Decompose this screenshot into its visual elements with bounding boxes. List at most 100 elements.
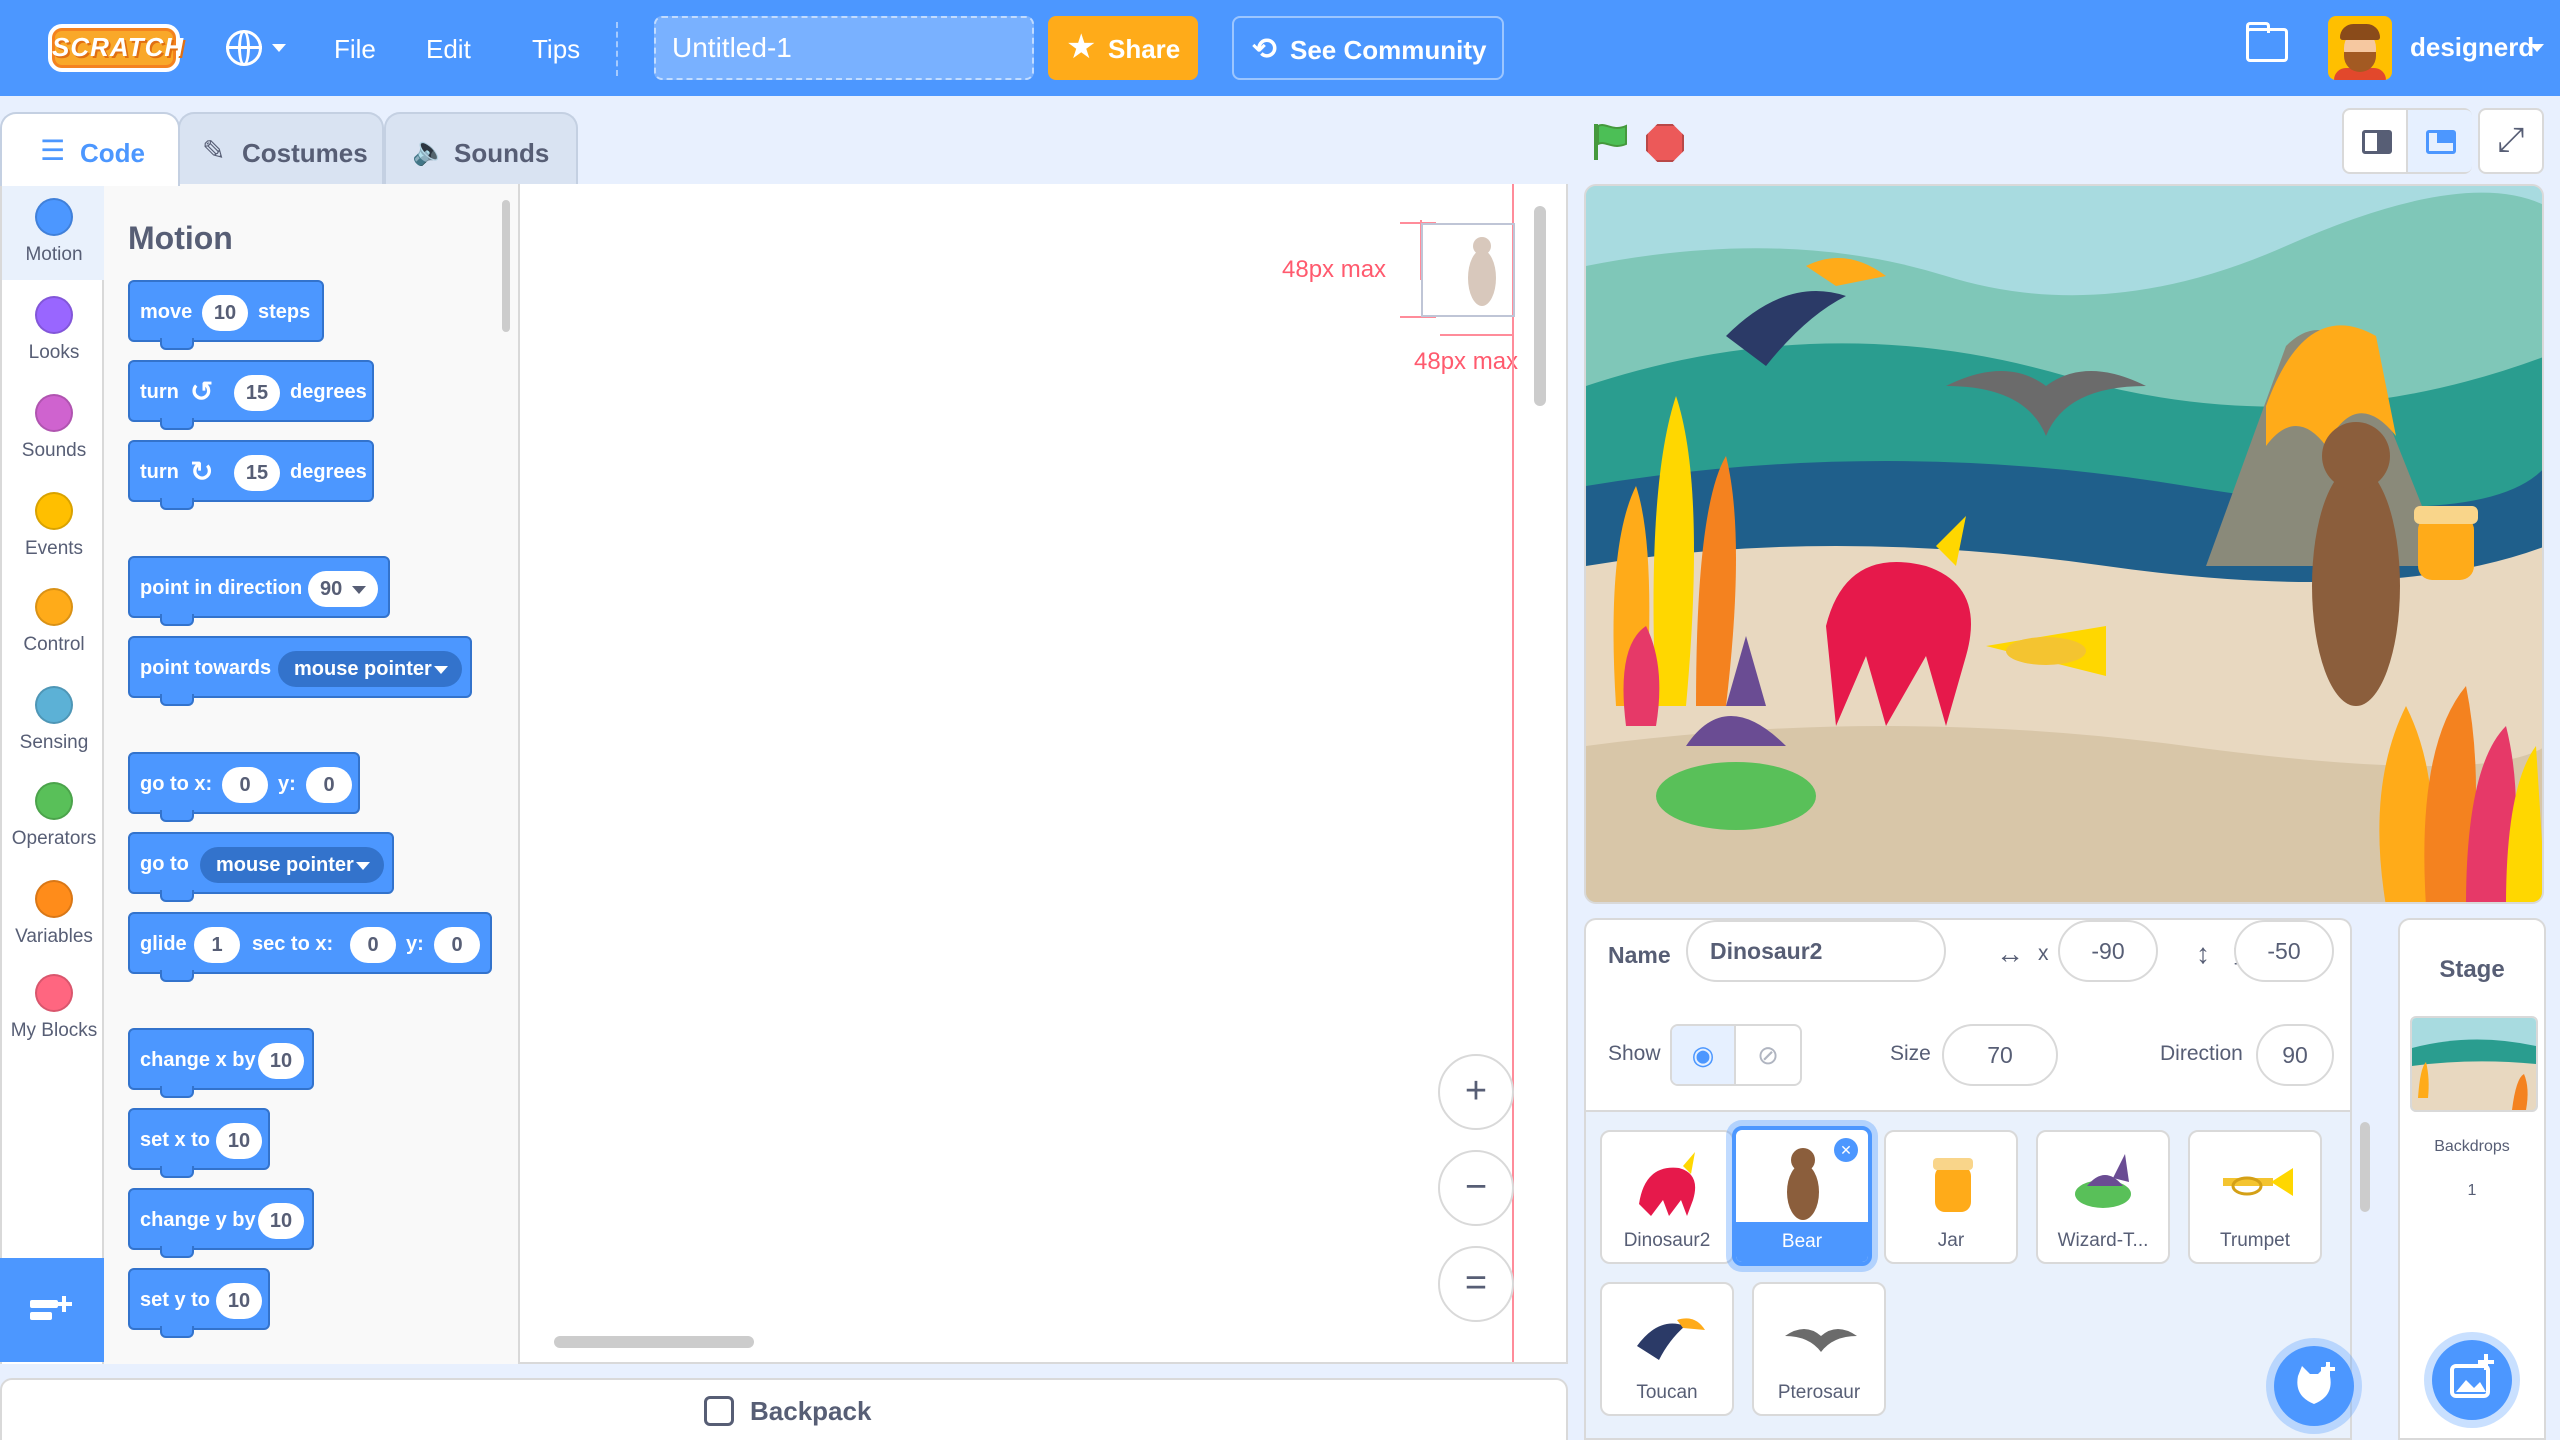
category-control[interactable]: Control: [2, 588, 106, 656]
go-to-x-input[interactable]: 0: [222, 767, 268, 803]
category-my-blocks[interactable]: My Blocks: [2, 974, 106, 1042]
zoom-out-button[interactable]: −: [1438, 1150, 1514, 1226]
edit-menu[interactable]: Edit: [426, 34, 471, 65]
category-events[interactable]: Events: [2, 492, 106, 560]
jar-sprite-icon: [1933, 1158, 1973, 1212]
visibility-toggle: ◉ ⊘: [1670, 1024, 1802, 1086]
small-stage-icon: [2362, 130, 2392, 154]
block-glide[interactable]: glide 1 sec to x: 0 y: 0: [128, 912, 492, 982]
hide-eye-icon[interactable]: ⊘: [1736, 1026, 1800, 1084]
change-y-input[interactable]: 10: [258, 1203, 304, 1239]
block-go-to-xy[interactable]: go to x: 0 y: 0: [128, 752, 360, 822]
point-towards-dropdown[interactable]: mouse pointer: [278, 651, 462, 687]
fullscreen-button[interactable]: ⤢: [2478, 108, 2544, 174]
sprite-name-input[interactable]: Dinosaur2: [1686, 920, 1946, 982]
block-set-y[interactable]: set y to 10: [128, 1268, 270, 1338]
sprite-y-input[interactable]: -50: [2234, 920, 2334, 982]
sprite-list-scrollbar[interactable]: [2360, 1122, 2370, 1212]
sprite-tile-bear[interactable]: ✕ Bear: [1732, 1126, 1872, 1266]
project-title-input[interactable]: [654, 16, 1034, 80]
choose-sprite-button[interactable]: [2274, 1346, 2354, 1426]
file-menu[interactable]: File: [334, 34, 376, 65]
block-change-x[interactable]: change x by 10: [128, 1028, 314, 1098]
language-globe-icon[interactable]: [226, 30, 262, 66]
backdrops-count: 1: [2467, 1182, 2477, 1199]
add-extension-button[interactable]: [0, 1258, 104, 1362]
bear-sprite-icon: [1787, 1148, 1819, 1220]
category-operators[interactable]: Operators: [2, 782, 106, 850]
block-move-steps[interactable]: move 10 steps: [128, 280, 324, 350]
see-community-button[interactable]: ⟲ See Community: [1232, 16, 1504, 80]
turn-left-degrees-input[interactable]: 15: [234, 375, 280, 411]
add-sprite-cat-icon: [2297, 1362, 2335, 1404]
block-set-x[interactable]: set x to 10: [128, 1108, 270, 1178]
workspace-horizontal-scrollbar[interactable]: [554, 1336, 754, 1348]
show-eye-icon[interactable]: ◉: [1672, 1026, 1736, 1084]
glide-seconds-input[interactable]: 1: [194, 927, 240, 963]
blocks-flyout: Motion move 10 steps turn ↺ 15 degrees t…: [104, 184, 520, 1364]
sprite-tile-pterosaur[interactable]: Pterosaur: [1752, 1282, 1886, 1416]
y-arrows-icon: ↕: [2196, 938, 2210, 969]
tab-sounds[interactable]: 🔈 Sounds: [384, 112, 578, 184]
code-workspace[interactable]: 20px 48px max 48px max + − =: [520, 184, 1568, 1364]
set-y-input[interactable]: 10: [216, 1283, 262, 1319]
block-point-in-direction[interactable]: point in direction 90: [128, 556, 390, 626]
workspace-vertical-scrollbar[interactable]: [1534, 206, 1546, 406]
go-to-y-input[interactable]: 0: [306, 767, 352, 803]
operators-dot-icon: [35, 782, 73, 820]
block-turn-right[interactable]: turn ↻ 15 degrees: [128, 440, 374, 510]
set-x-input[interactable]: 10: [216, 1123, 262, 1159]
choose-backdrop-button[interactable]: [2432, 1340, 2512, 1420]
category-sensing[interactable]: Sensing: [2, 686, 106, 754]
glide-y-input[interactable]: 0: [434, 927, 480, 963]
category-looks[interactable]: Looks: [2, 296, 106, 364]
stop-sign-icon[interactable]: [1646, 124, 1684, 162]
large-stage-button[interactable]: [2408, 110, 2472, 172]
share-button[interactable]: ★ Share: [1048, 16, 1198, 80]
motion-dot-icon: [35, 198, 73, 236]
delete-sprite-icon[interactable]: ✕: [1834, 1138, 1858, 1162]
sprite-tile-dinosaur2[interactable]: Dinosaur2: [1600, 1130, 1734, 1264]
tab-code[interactable]: ☰ Code: [0, 112, 180, 186]
account-caret-icon[interactable]: [2530, 44, 2544, 52]
block-go-to[interactable]: go to mouse pointer: [128, 832, 394, 902]
change-x-input[interactable]: 10: [258, 1043, 304, 1079]
go-to-dropdown[interactable]: mouse pointer: [200, 847, 384, 883]
sprite-tile-jar[interactable]: Jar: [1884, 1130, 2018, 1264]
category-variables[interactable]: Variables: [2, 880, 106, 948]
sprite-tile-wizard-toad[interactable]: Wizard-T...: [2036, 1130, 2170, 1264]
green-flag-icon[interactable]: [1590, 122, 1630, 162]
stage-canvas[interactable]: [1584, 184, 2544, 904]
stage-thumbnail[interactable]: [2410, 1016, 2538, 1112]
tips-menu[interactable]: Tips: [532, 34, 580, 65]
scratch-logo[interactable]: SCRATCH: [48, 24, 183, 72]
category-motion[interactable]: Motion: [2, 184, 106, 280]
user-avatar[interactable]: [2328, 16, 2392, 80]
rotate-left-icon: ↺: [190, 376, 214, 407]
tab-costumes[interactable]: ✎ Costumes: [178, 112, 384, 184]
sprite-tile-trumpet[interactable]: Trumpet: [2188, 1130, 2322, 1264]
glide-x-input[interactable]: 0: [350, 927, 396, 963]
backpack-panel[interactable]: Backpack: [0, 1378, 1568, 1440]
zoom-reset-button[interactable]: =: [1438, 1246, 1514, 1322]
rotate-right-icon: ↻: [190, 456, 214, 487]
small-stage-button[interactable]: [2344, 110, 2408, 172]
block-point-towards[interactable]: point towards mouse pointer: [128, 636, 472, 706]
category-sounds[interactable]: Sounds: [2, 394, 106, 462]
sprite-direction-input[interactable]: 90: [2256, 1024, 2334, 1086]
flyout-scrollbar[interactable]: [502, 200, 510, 332]
turn-right-degrees-input[interactable]: 15: [234, 455, 280, 491]
move-steps-input[interactable]: 10: [202, 295, 248, 331]
block-turn-left[interactable]: turn ↺ 15 degrees: [128, 360, 374, 430]
events-dot-icon: [35, 492, 73, 530]
backdrop-thumbnail-image: [2412, 1018, 2536, 1110]
username[interactable]: designerd: [2410, 32, 2534, 63]
sprite-x-input[interactable]: -90: [2058, 920, 2158, 982]
direction-dropdown[interactable]: 90: [308, 571, 378, 607]
block-change-y[interactable]: change y by 10: [128, 1188, 314, 1258]
my-stuff-folder-icon[interactable]: [2246, 22, 2288, 62]
sprite-size-input[interactable]: 70: [1942, 1024, 2058, 1086]
sprite-tile-toucan[interactable]: Toucan: [1600, 1282, 1734, 1416]
direction-label: Direction: [2160, 1042, 2243, 1065]
zoom-in-button[interactable]: +: [1438, 1054, 1514, 1130]
